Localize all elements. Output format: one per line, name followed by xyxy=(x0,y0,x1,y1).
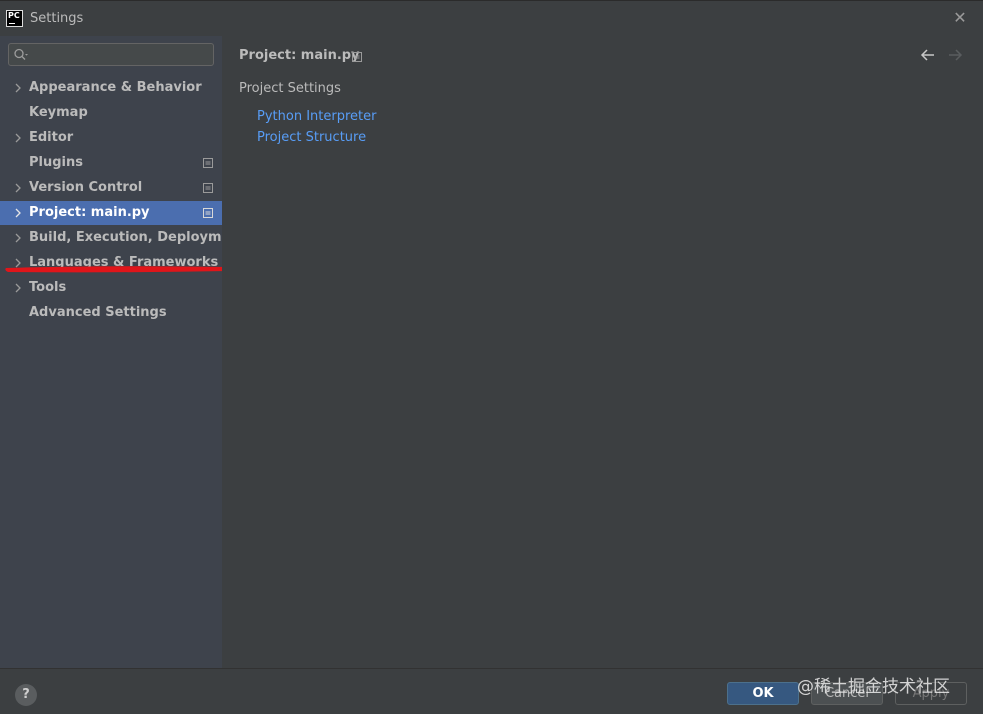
help-button[interactable]: ? xyxy=(15,684,37,706)
chevron-right-icon[interactable] xyxy=(12,207,24,219)
sidebar-item-project-main-py[interactable]: Project: main.py xyxy=(0,201,222,225)
settings-content: Project: main.py Project Settings Python… xyxy=(222,36,983,668)
search-input[interactable] xyxy=(8,43,214,66)
ok-button[interactable]: OK xyxy=(727,682,799,705)
sidebar-item-version-control[interactable]: Version Control xyxy=(0,176,222,200)
back-arrow-icon[interactable] xyxy=(919,47,937,63)
sidebar-item-appearance-behavior[interactable]: Appearance & Behavior xyxy=(0,76,222,100)
sidebar-item-keymap[interactable]: Keymap xyxy=(0,101,222,125)
chevron-right-icon[interactable] xyxy=(12,132,24,144)
chevron-right-icon[interactable] xyxy=(12,82,24,94)
page-title: Project: main.py xyxy=(239,48,360,63)
project-level-icon xyxy=(203,208,213,218)
red-annotation-stroke xyxy=(5,266,231,273)
forward-arrow-icon[interactable] xyxy=(946,47,964,63)
sidebar-item-label: Appearance & Behavior xyxy=(29,80,202,95)
watermark: @稀土掘金技术社区 xyxy=(797,677,950,697)
sidebar-item-editor[interactable]: Editor xyxy=(0,126,222,150)
sidebar-item-label: Tools xyxy=(29,280,67,295)
link-project-structure[interactable]: Project Structure xyxy=(257,130,366,145)
chevron-right-icon[interactable] xyxy=(12,282,24,294)
chevron-right-icon[interactable] xyxy=(12,232,24,244)
sidebar-item-label: Keymap xyxy=(29,105,88,120)
sidebar-item-tools[interactable]: Tools xyxy=(0,276,222,300)
pycharm-logo-icon: PC xyxy=(6,10,23,27)
project-level-icon xyxy=(352,52,362,62)
close-icon[interactable]: ✕ xyxy=(951,9,969,27)
sidebar-item-label: Project: main.py xyxy=(29,205,150,220)
sidebar-item-plugins[interactable]: Plugins xyxy=(0,151,222,175)
sidebar-item-label: Plugins xyxy=(29,155,83,170)
section-heading: Project Settings xyxy=(239,81,341,96)
project-level-icon xyxy=(203,158,213,168)
sidebar-item-label: Editor xyxy=(29,130,74,145)
settings-dialog: PC Settings ✕ Appearance & Behavior Keyma… xyxy=(0,0,983,714)
settings-sidebar: Appearance & Behavior Keymap Editor Plugins… xyxy=(0,36,246,668)
sidebar-item-label: Version Control xyxy=(29,180,143,195)
sidebar-item-advanced-settings[interactable]: Advanced Settings xyxy=(0,301,222,325)
sidebar-item-build-execution-deployment[interactable]: Build, Execution, Deployment xyxy=(0,226,246,250)
link-python-interpreter[interactable]: Python Interpreter xyxy=(257,109,376,124)
project-level-icon xyxy=(203,183,213,193)
chevron-right-icon[interactable] xyxy=(12,182,24,194)
sidebar-item-label: Advanced Settings xyxy=(29,305,167,320)
search-icon xyxy=(14,48,28,60)
app-icon-text: PC xyxy=(8,11,20,20)
title-bar: PC Settings ✕ xyxy=(0,0,983,36)
window-title: Settings xyxy=(30,11,84,26)
sidebar-item-label: Build, Execution, Deployment xyxy=(29,230,246,245)
